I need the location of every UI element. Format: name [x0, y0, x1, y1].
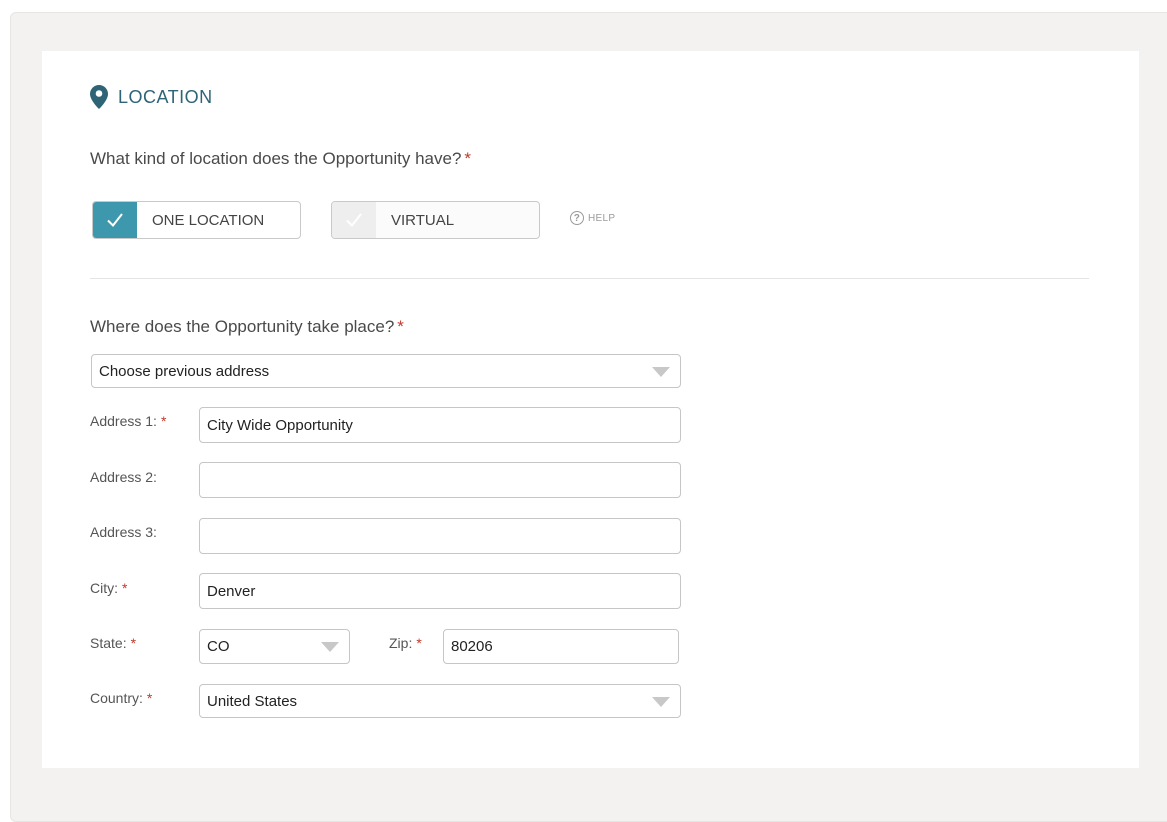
address3-label: Address 3:	[90, 524, 157, 540]
checkmark-icon	[107, 213, 123, 228]
state-label-wrap: State: *	[90, 635, 136, 651]
address1-label: Address 1:	[90, 413, 157, 429]
state-label: State:	[90, 635, 127, 651]
address-question: Where does the Opportunity take place? *	[90, 317, 404, 337]
zip-label: Zip:	[389, 635, 413, 651]
chevron-down-icon	[652, 697, 670, 707]
section-title-text: LOCATION	[118, 86, 213, 107]
city-input[interactable]: Denver	[199, 573, 681, 609]
section-title: LOCATION	[90, 85, 213, 109]
checkmark-icon	[346, 213, 362, 228]
address3-input[interactable]	[199, 518, 681, 554]
zip-input[interactable]: 80206	[443, 629, 679, 664]
city-label-wrap: City: *	[90, 580, 127, 596]
required-mark: *	[160, 413, 167, 429]
one-location-label: ONE LOCATION	[152, 211, 265, 229]
zip-label-wrap: Zip: *	[389, 635, 422, 651]
required-mark: *	[397, 317, 404, 336]
one-location-toggle[interactable]: ONE LOCATION	[92, 201, 301, 239]
state-value: CO	[207, 638, 230, 655]
country-label-wrap: Country: *	[90, 690, 152, 706]
location-type-question-text: What kind of location does the Opportuni…	[90, 149, 462, 168]
previous-address-select-value: Choose previous address	[99, 362, 270, 380]
location-card: LOCATION What kind of location does the …	[42, 51, 1139, 768]
required-mark: *	[130, 635, 137, 651]
location-type-question: What kind of location does the Opportuni…	[90, 149, 471, 169]
map-pin-icon	[90, 85, 108, 109]
state-select[interactable]: CO	[199, 629, 350, 664]
address1-value: City Wide Opportunity	[207, 416, 353, 434]
required-mark: *	[464, 149, 472, 168]
virtual-toggle[interactable]: VIRTUAL	[331, 201, 540, 239]
divider	[90, 278, 1089, 279]
address1-label-wrap: Address 1: *	[90, 413, 166, 429]
address2-input[interactable]	[199, 462, 681, 498]
country-select[interactable]: United States	[199, 684, 681, 718]
address-question-text: Where does the Opportunity take place?	[90, 317, 395, 336]
address2-label-wrap: Address 2:	[90, 469, 157, 485]
zip-value: 80206	[451, 638, 493, 655]
required-mark: *	[416, 635, 422, 651]
address3-label-wrap: Address 3:	[90, 524, 157, 540]
address1-input[interactable]: City Wide Opportunity	[199, 407, 681, 443]
help-link[interactable]: ? HELP	[570, 211, 615, 225]
help-label: HELP	[588, 212, 616, 224]
chevron-down-icon	[321, 642, 339, 652]
country-value: United States	[207, 692, 298, 710]
chevron-down-icon	[652, 367, 670, 377]
required-mark: *	[146, 690, 153, 706]
virtual-label: VIRTUAL	[391, 211, 455, 229]
previous-address-select[interactable]: Choose previous address	[91, 354, 681, 388]
city-value: Denver	[207, 582, 256, 600]
question-circle-icon: ?	[570, 211, 584, 225]
checkbox-unchecked[interactable]	[332, 202, 376, 238]
country-label: Country:	[90, 690, 143, 706]
city-label: City:	[90, 580, 118, 596]
address2-label: Address 2:	[90, 469, 157, 485]
checkbox-checked[interactable]	[93, 202, 137, 238]
required-mark: *	[122, 580, 128, 596]
